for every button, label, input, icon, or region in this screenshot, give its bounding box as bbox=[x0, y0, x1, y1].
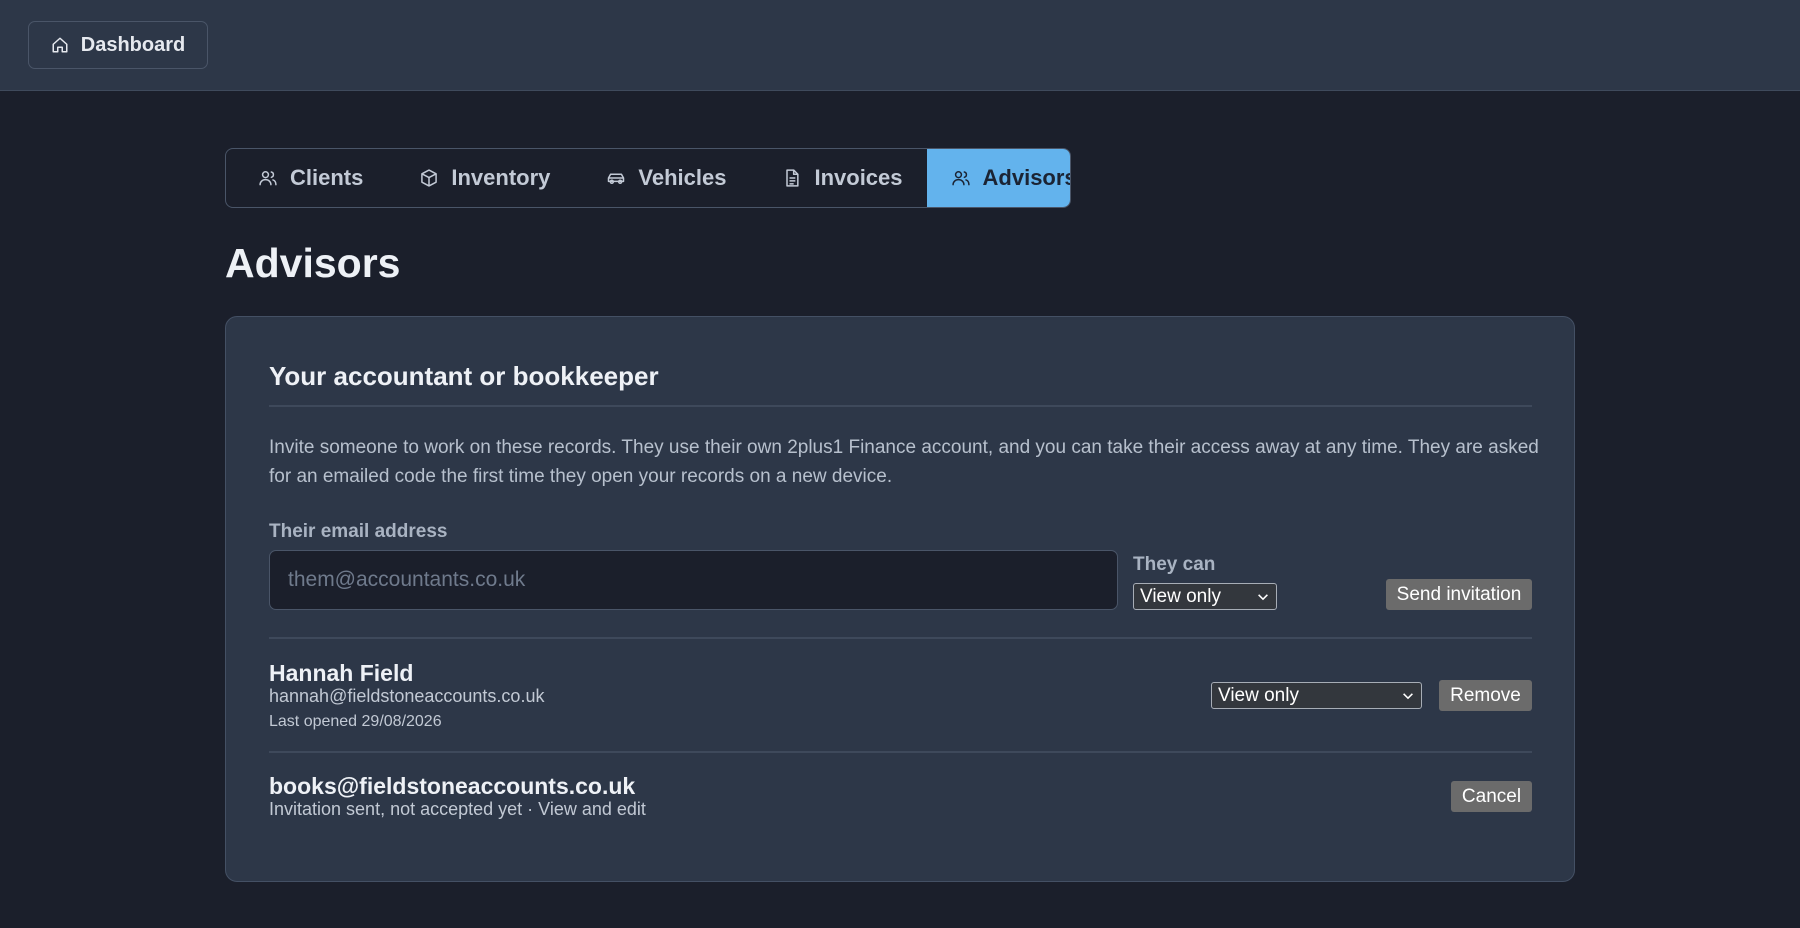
email-input[interactable] bbox=[269, 550, 1118, 610]
section-tabs: Clients Inventory Vehicles Invoices Advi… bbox=[225, 148, 1071, 208]
tab-label: Invoices bbox=[814, 165, 903, 190]
page-title: Advisors bbox=[225, 240, 401, 286]
divider bbox=[269, 405, 1532, 407]
chevron-down-icon bbox=[1403, 692, 1413, 699]
divider bbox=[269, 751, 1532, 753]
top-bar: Dashboard bbox=[0, 0, 1800, 91]
car-icon bbox=[608, 173, 625, 184]
dashboard-button[interactable]: Dashboard bbox=[28, 21, 208, 69]
advisor-permission-select[interactable]: View only bbox=[1211, 682, 1422, 709]
advisor-name: Hannah Field bbox=[269, 660, 414, 686]
tab-advisors[interactable]: Advisors bbox=[926, 149, 1071, 207]
dashboard-label: Dashboard bbox=[80, 33, 186, 56]
tab-clients[interactable]: Clients bbox=[226, 149, 387, 207]
users-icon bbox=[259, 171, 277, 186]
select-value: View only bbox=[1140, 585, 1221, 607]
advisors-card: Your accountant or bookkeeper Invite som… bbox=[225, 316, 1575, 882]
advisor-last-opened: Last opened 29/08/2026 bbox=[269, 713, 442, 730]
chevron-down-icon bbox=[1258, 593, 1268, 600]
intro-text: Invite someone to work on these records.… bbox=[269, 437, 1539, 487]
document-icon bbox=[786, 169, 800, 187]
card-title: Your accountant or bookkeeper bbox=[269, 361, 659, 391]
select-value: View only bbox=[1218, 684, 1299, 706]
home-icon bbox=[52, 37, 68, 53]
email-label: Their email address bbox=[269, 521, 448, 542]
tab-label: Advisors bbox=[982, 165, 1071, 190]
invite-permission-select[interactable]: View only bbox=[1133, 583, 1277, 610]
advisor-email: hannah@fieldstoneaccounts.co.uk bbox=[269, 686, 545, 706]
tab-invoices[interactable]: Invoices bbox=[750, 149, 926, 207]
tab-inventory[interactable]: Inventory bbox=[387, 149, 574, 207]
divider bbox=[269, 637, 1532, 639]
tab-label: Inventory bbox=[451, 165, 551, 190]
tab-vehicles[interactable]: Vehicles bbox=[574, 149, 750, 207]
permission-label: They can bbox=[1133, 554, 1216, 575]
tab-label: Clients bbox=[290, 165, 364, 190]
pending-email: books@fieldstoneaccounts.co.uk bbox=[269, 773, 636, 799]
remove-button[interactable]: Remove bbox=[1439, 680, 1532, 711]
tab-label: Vehicles bbox=[638, 165, 727, 190]
pending-status: Invitation sent, not accepted yet · View… bbox=[269, 799, 646, 819]
box-icon bbox=[421, 169, 438, 187]
cancel-invite-button[interactable]: Cancel bbox=[1451, 781, 1532, 812]
users-icon bbox=[951, 171, 970, 186]
send-invitation-button[interactable]: Send invitation bbox=[1386, 579, 1532, 610]
